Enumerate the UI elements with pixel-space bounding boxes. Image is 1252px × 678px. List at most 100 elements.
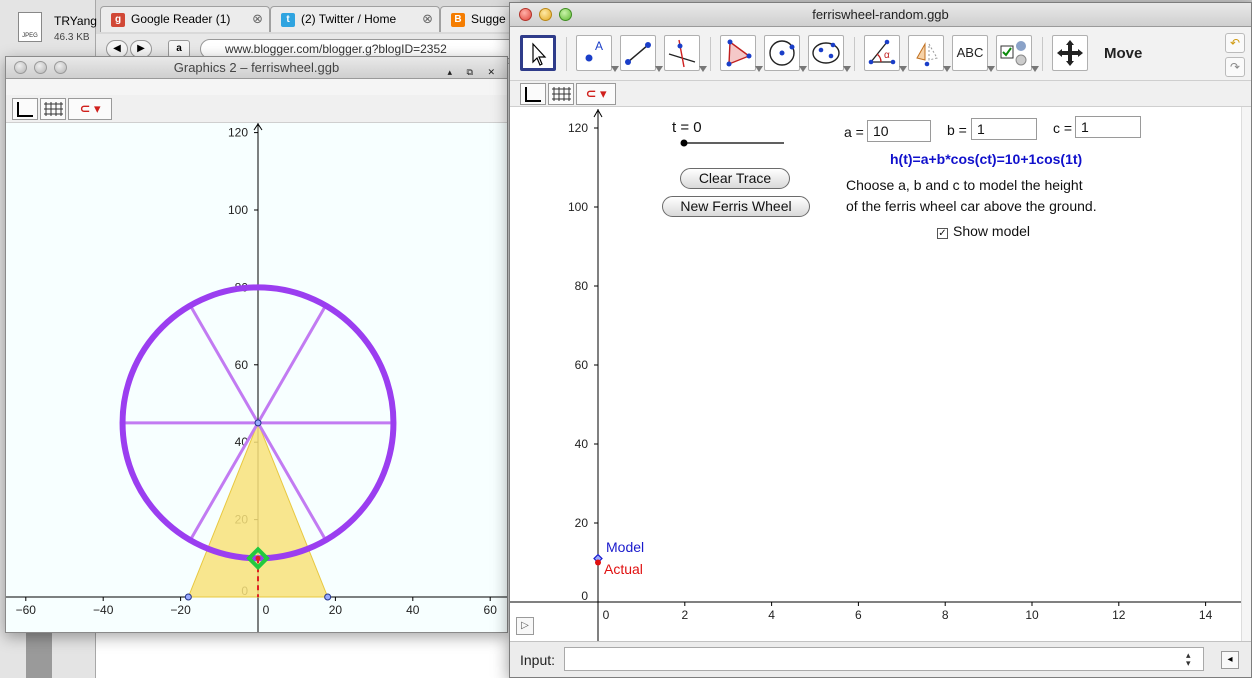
point-tool-button[interactable]: A [576,35,619,72]
x-tick-label: −20 [170,603,191,617]
angle-icon: α [868,39,896,65]
svg-text:A: A [595,39,603,53]
close-window-icon[interactable] [14,61,27,74]
toolbar-separator [1042,37,1043,71]
y-tick-label: 100 [228,203,248,217]
actual-point [595,559,601,566]
tab-label: Google Reader (1) [131,12,231,26]
param-a-label: a = [844,124,864,140]
x-tick-label: 2 [681,608,688,622]
polygon-icon [726,39,752,67]
ellipse-icon [812,42,840,64]
axes-toggle-button[interactable] [12,98,38,120]
tab-google-reader[interactable]: g Google Reader (1) ⊗ [100,6,270,32]
toolbar-separator [854,37,855,71]
y-tick-label: 80 [575,279,589,293]
zoom-window-icon[interactable] [559,8,572,21]
perpendicular-tool-button[interactable] [664,35,707,72]
x-tick-label: −40 [93,603,114,617]
download-item[interactable]: JPEG TRYang 46.3 KB [18,12,98,52]
magnet-point-capture-button[interactable]: ⊂ ▾ [68,98,112,120]
slider-t-label: t = 0 [672,119,702,136]
param-b-input[interactable]: 1 [971,118,1037,140]
instructions-line: of the ferris wheel car above the ground… [846,198,1097,214]
tool-menu-arrow-icon [1031,66,1039,72]
perpendicular-line-icon [668,39,696,68]
reflect-icon [916,42,938,67]
point-icon: A [585,39,603,62]
conic-tool-button[interactable] [808,35,851,72]
minimize-window-icon[interactable] [539,8,552,21]
slider-t[interactable] [678,137,788,151]
main-titlebar[interactable]: ferriswheel-random.ggb [510,3,1251,27]
x-tick-label: −60 [16,603,37,617]
current-mode-label: Move [1104,45,1143,62]
tab-twitter[interactable]: t (2) Twitter / Home ⊗ [270,6,440,32]
graphics-2-style-bar: ⊂ ▾ [6,95,507,123]
move-tool-button[interactable] [520,35,556,71]
tab-label: (2) Twitter / Home [301,12,397,26]
new-ferris-wheel-button[interactable]: New Ferris Wheel [662,196,810,217]
checkbox-label: Show model [953,223,1031,239]
google-reader-favicon-icon: g [111,13,125,27]
polygon-tool-button[interactable] [720,35,763,72]
checkbox-checked-icon[interactable]: ✓ [937,228,948,239]
tool-menu-arrow-icon [699,66,707,72]
main-graphics-canvas[interactable]: 0 2 4 6 8 10 12 14 120 100 80 60 40 20 0 t = 0 Clear T… [510,107,1243,643]
x-tick-label: 40 [406,603,420,617]
tool-menu-arrow-icon [943,66,951,72]
model-formula: h(t)=a+b*cos(ct)=10+1cos(1t) [890,151,1083,167]
axes-toggle-button[interactable] [520,83,546,105]
geogebra-main-window: ferriswheel-random.ggb A α ABC Move ↶ ↷ … [509,2,1252,678]
grid-toggle-button[interactable] [548,83,574,105]
minimize-window-icon[interactable] [34,61,47,74]
tool-bar: A α ABC Move ↶ ↷ [510,27,1251,81]
axes-icon [17,102,33,117]
slider-handle[interactable] [680,139,688,147]
model-legend-label: Model [606,539,645,555]
tool-menu-arrow-icon [843,66,851,72]
instructions-line: Choose a, b and c to model the height [846,177,1083,193]
param-a-input[interactable]: 10 [867,120,931,142]
file-type-label: JPEG [22,33,38,39]
view-controls[interactable]: ▴ ⧉ ✕ [448,61,502,83]
car-point [255,555,261,561]
x-tick-label: 0 [263,603,270,617]
input-field[interactable] [564,647,1204,671]
tool-menu-arrow-icon [899,66,907,72]
x-tick-label: 20 [329,603,343,617]
angle-tool-button[interactable]: α [864,35,907,72]
zoom-window-icon[interactable] [54,61,67,74]
graphics-2-window: Graphics 2 – ferriswheel.ggb ▴ ⧉ ✕ ⊂ ▾ −… [5,56,508,633]
graphics-2-canvas[interactable]: −60−40−200204060120100806040200 [6,123,507,632]
input-history-arrows-icon[interactable]: ▴▾ [1186,651,1194,668]
tab-close-icon[interactable]: ⊗ [252,11,263,27]
input-help-button[interactable]: ◂ [1221,651,1239,669]
text-tool-button[interactable]: ABC [952,35,995,72]
close-window-icon[interactable] [519,8,532,21]
circle-tool-button[interactable] [764,35,807,72]
grid-icon [552,87,571,101]
browser-tab-strip: g Google Reader (1) ⊗ t (2) Twitter / Ho… [96,6,530,34]
line-tool-button[interactable] [620,35,663,72]
animation-play-button[interactable]: ▷ [516,617,534,635]
x-tick-label: 4 [768,608,775,622]
checkbox-tool-button[interactable] [996,35,1039,72]
show-model-checkbox[interactable]: ✓ Show model [937,223,1030,239]
grid-toggle-button[interactable] [40,98,66,120]
magnet-point-capture-button[interactable]: ⊂ ▾ [576,83,616,105]
tool-menu-arrow-icon [755,66,763,72]
axes-icon [525,87,541,102]
undo-button[interactable]: ↶ [1225,33,1245,53]
graphics-2-titlebar[interactable]: Graphics 2 – ferriswheel.ggb ▴ ⧉ ✕ [6,57,507,79]
redo-button[interactable]: ↷ [1225,57,1245,77]
param-c-input[interactable]: 1 [1075,116,1141,138]
wheel-center-point [254,419,262,427]
reflect-tool-button[interactable] [908,35,951,72]
x-tick-label: 6 [855,608,862,622]
clear-trace-button[interactable]: Clear Trace [680,168,790,189]
x-tick-label: 10 [1025,608,1039,622]
tab-close-icon[interactable]: ⊗ [422,11,433,27]
move-graphics-view-button[interactable] [1052,35,1088,71]
blogger-favicon-icon: B [451,13,465,27]
